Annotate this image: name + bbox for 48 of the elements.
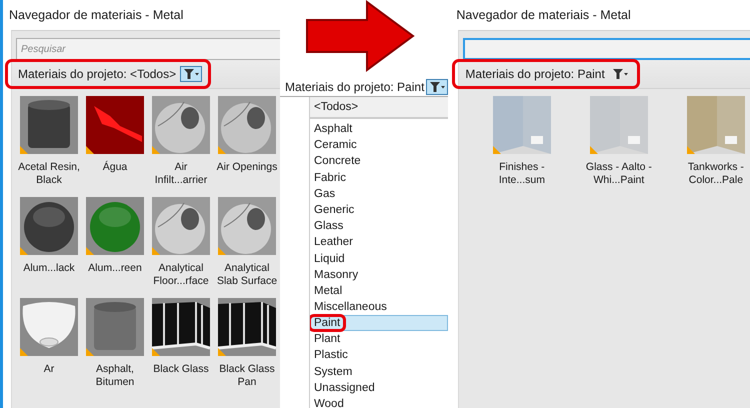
filter-button[interactable]	[426, 79, 448, 95]
material-preview[interactable]	[152, 298, 210, 356]
filter-label: Materiais do projeto: <Todos>	[18, 67, 176, 81]
menu-item[interactable]: Generic	[310, 202, 448, 218]
menu-item[interactable]: Miscellaneous	[310, 299, 448, 316]
menu-item[interactable]: Plastic	[310, 347, 448, 364]
window-title: Navegador de materiais - Metal	[455, 7, 632, 24]
filter-button[interactable]	[180, 66, 202, 82]
material-name: Finishes - Inte...sum	[498, 161, 546, 188]
filter-icon	[183, 68, 200, 80]
menu-item[interactable]: Plant	[310, 331, 448, 348]
menu-item[interactable]: <Todos>	[310, 97, 448, 119]
search-field[interactable]: Pesquisar	[16, 38, 280, 60]
menu-item[interactable]: Glass	[310, 218, 448, 234]
menu-item[interactable]: Masonry	[310, 266, 448, 283]
material-name: Asphalt, Bitumen	[94, 363, 136, 390]
menu-item[interactable]: Leather	[310, 234, 448, 250]
material-name: Alum...lack	[22, 262, 76, 276]
menu-item[interactable]: Gas	[310, 186, 448, 202]
material-name: Tankworks - Color...Pale	[686, 161, 745, 188]
filter-label: Materiais do projeto: Paint	[285, 80, 424, 94]
material-name: Glass - Aalto - Whi...Paint	[584, 161, 653, 188]
filter-icon	[429, 81, 446, 93]
material-name: Água	[102, 161, 128, 175]
search-field[interactable]	[463, 38, 750, 60]
material-name: Air Infilt...arrier	[154, 161, 208, 188]
material-name: Air Openings	[216, 161, 278, 175]
menu-item[interactable]: Unassigned	[310, 380, 448, 396]
material-name: Analytical Slab Surface	[216, 262, 278, 289]
material-name: Acetal Resin, Black	[17, 161, 81, 188]
menu-item[interactable]: Wood	[310, 396, 448, 408]
material-name: Black Glass	[152, 363, 210, 377]
menu-item[interactable]: Liquid	[310, 250, 448, 267]
window-title: Navegador de materiais - Metal	[8, 7, 184, 24]
menu-item[interactable]: Metal	[310, 282, 448, 300]
filter-label: Materiais do projeto: Paint	[465, 67, 605, 81]
material-name: Alum...reen	[87, 262, 143, 276]
menu-item[interactable]: Ceramic	[310, 137, 448, 154]
menu-item[interactable]: System	[310, 364, 448, 380]
menu-item[interactable]: Paint	[310, 315, 448, 332]
filter-icon	[612, 68, 628, 80]
menu-item[interactable]: Asphalt	[310, 121, 448, 138]
material-name: Ar	[42, 363, 56, 377]
material-name: Analytical Floor...rface	[152, 262, 210, 289]
menu-item[interactable]: Fabric	[310, 170, 448, 186]
material-name: Black Glass Pan	[218, 363, 276, 390]
menu-item[interactable]: Concrete	[310, 153, 448, 170]
material-preview[interactable]	[218, 298, 276, 356]
